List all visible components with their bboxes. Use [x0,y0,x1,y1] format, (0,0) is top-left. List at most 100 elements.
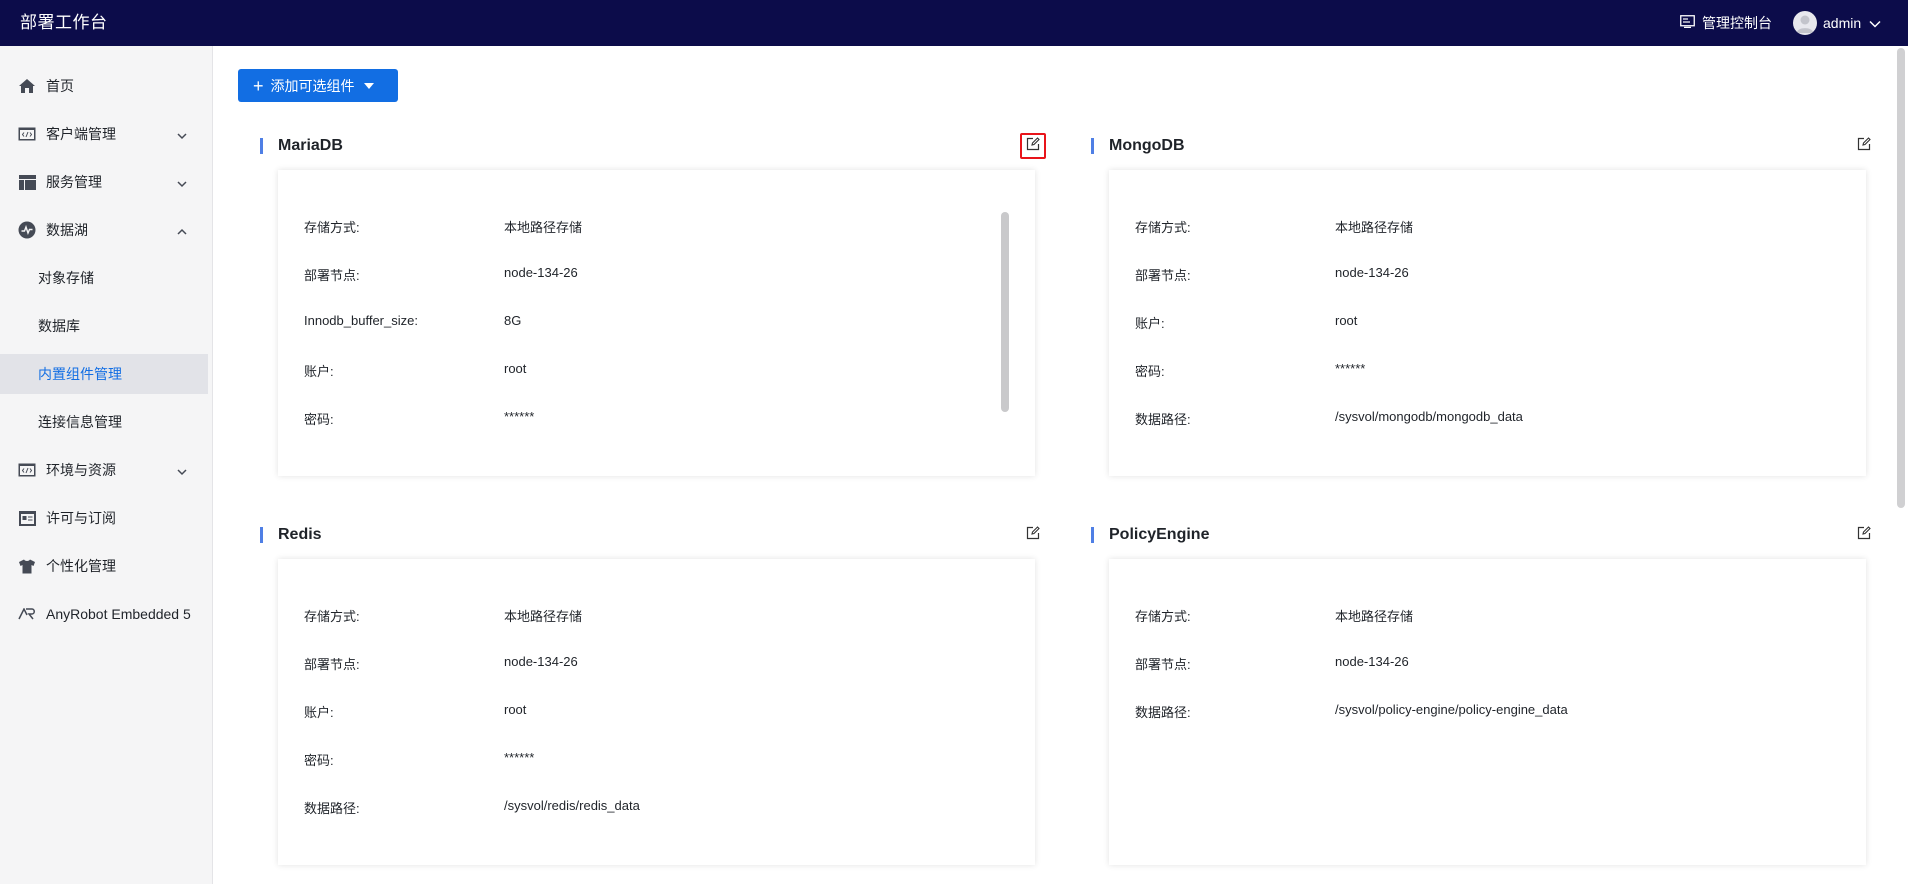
sidebar-item-license-subscription[interactable]: 许可与订阅 [0,498,208,538]
panel-title: MariaDB [278,137,343,154]
row-value: 本地路径存储 [504,220,583,235]
caret-down-icon [363,82,374,89]
sidebar-subitem-database[interactable]: 数据库 [0,306,208,346]
row-value: node-134-26 [1335,265,1409,280]
row-value: node-134-26 [1335,654,1409,669]
component-card: 存储方式: 本地路径存储 部署节点: node-134-26 数据路径: /sysvo… [1109,559,1866,865]
panel-title: MongoDB [1109,137,1185,154]
page-scrollbar[interactable] [1897,48,1905,508]
sidebar-item-data-lake[interactable]: 数据湖 [0,210,208,250]
component-card: 存储方式: 本地路径存储 部署节点: node-134-26 Innodb_buff… [278,170,1035,476]
user-menu[interactable]: admin [1793,0,1881,46]
edit-icon [1026,136,1040,156]
row-key: 密码: [1135,364,1165,379]
row-key: 部署节点: [304,657,360,672]
plus-icon: + [253,75,264,96]
row-key: 数据路径: [304,801,360,816]
add-button-label: 添加可选组件 [270,77,355,94]
add-optional-component-button[interactable]: + 添加可选组件 [238,69,398,102]
license-icon [17,508,37,528]
sidebar-subitem-connection-info[interactable]: 连接信息管理 [0,402,208,442]
sidebar-item-service-management[interactable]: 服务管理 [0,162,208,202]
edit-button[interactable] [1020,133,1046,159]
row-value: node-134-26 [504,654,578,669]
row-key: 存储方式: [1135,609,1191,624]
top-bar: 部署工作台 管理控制台 admin [0,0,1908,46]
row-key: 账户: [1135,316,1165,331]
row-value: /sysvol/redis/redis_data [504,798,640,813]
row-key: Innodb_buffer_size: [304,313,418,328]
edit-button[interactable] [1851,522,1877,548]
chevron-down-icon [1869,15,1881,31]
panel-title: PolicyEngine [1109,526,1210,543]
component-card: 存储方式: 本地路径存储 部署节点: node-134-26 账户: root 密码:… [278,559,1035,865]
anyrobot-icon [17,604,37,624]
row-key: 账户: [304,364,334,379]
sidebar-item-label: 服务管理 [46,174,102,190]
edit-button[interactable] [1020,522,1046,548]
row-key: 存储方式: [304,220,360,235]
info-row: 密码: ****** [304,750,1004,770]
accent-bar [1091,527,1094,543]
row-value: 本地路径存储 [1335,609,1414,624]
accent-bar [260,527,263,543]
info-row: 数据路径: /sysvol/redis/redis_data [304,798,1004,818]
sidebar-item-label: 个性化管理 [46,558,116,574]
sidebar-subitem-builtin-components[interactable]: 内置组件管理 [0,354,208,394]
row-value: node-134-26 [504,265,578,280]
row-key: 账户: [304,705,334,720]
row-value: root [504,702,527,717]
row-key: 数据路径: [1135,705,1191,720]
edit-button[interactable] [1851,133,1877,159]
info-row: 密码: ****** [304,409,1004,429]
accent-bar [260,138,263,154]
console-label: 管理控制台 [1702,15,1772,31]
row-value: ****** [1335,361,1366,376]
info-row: 部署节点: node-134-26 [1135,654,1835,674]
sidebar-item-label: 数据湖 [46,222,88,238]
row-key: 数据路径: [1135,412,1191,427]
chevron-down-icon [176,127,188,143]
panel-title: Redis [278,526,322,543]
sidebar-item-environment-resources[interactable]: 环境与资源 [0,450,208,490]
info-row: 数据路径: /sysvol/mongodb/mongodb_data [1135,409,1835,429]
info-row: 存储方式: 本地路径存储 [304,217,1004,237]
panel-header: PolicyEngine [1089,522,1879,548]
sidebar: 首页 客户端管理 服务管理 数据湖 对象存储 数据库 内置组件管理 连接信息管理 [0,46,213,884]
chevron-up-icon [176,223,188,239]
app-title: 部署工作台 [20,13,108,32]
edit-icon [1857,525,1871,545]
panel-header: MongoDB [1089,133,1879,159]
row-value: /sysvol/mongodb/mongodb_data [1335,409,1523,424]
shirt-icon [17,556,37,576]
sidebar-item-label: 环境与资源 [46,462,116,478]
row-value: ****** [504,409,535,424]
sidebar-item-home[interactable]: 首页 [0,66,208,106]
sidebar-item-personalization[interactable]: 个性化管理 [0,546,208,586]
row-value: root [1335,313,1358,328]
info-row: 部署节点: node-134-26 [1135,265,1835,285]
card-scrollbar[interactable] [1001,212,1009,412]
info-row: 账户: root [1135,313,1835,333]
info-row: 密码: ****** [1135,361,1835,381]
sidebar-subitem-object-storage[interactable]: 对象存储 [0,258,208,298]
panel-header: MariaDB [258,133,1048,159]
sidebar-item-label: 许可与订阅 [46,510,116,526]
layout-icon [17,172,37,192]
row-key: 部署节点: [1135,268,1191,283]
info-row: 存储方式: 本地路径存储 [1135,606,1835,626]
info-row: 部署节点: node-134-26 [304,654,1004,674]
edit-icon [1857,136,1871,156]
info-row: Innodb_buffer_size: 8G [304,313,1004,333]
sidebar-item-anyrobot[interactable]: AnyRobot Embedded 5 [0,594,208,634]
component-card: 存储方式: 本地路径存储 部署节点: node-134-26 账户: root 密码:… [1109,170,1866,476]
row-key: 密码: [304,412,334,427]
row-key: 密码: [304,753,334,768]
pulse-icon [17,220,37,240]
management-console-link[interactable]: 管理控制台 [1680,0,1772,46]
info-row: 存储方式: 本地路径存储 [304,606,1004,626]
accent-bar [1091,138,1094,154]
row-value: ****** [504,750,535,765]
chevron-down-icon [176,463,188,479]
sidebar-item-client-management[interactable]: 客户端管理 [0,114,208,154]
